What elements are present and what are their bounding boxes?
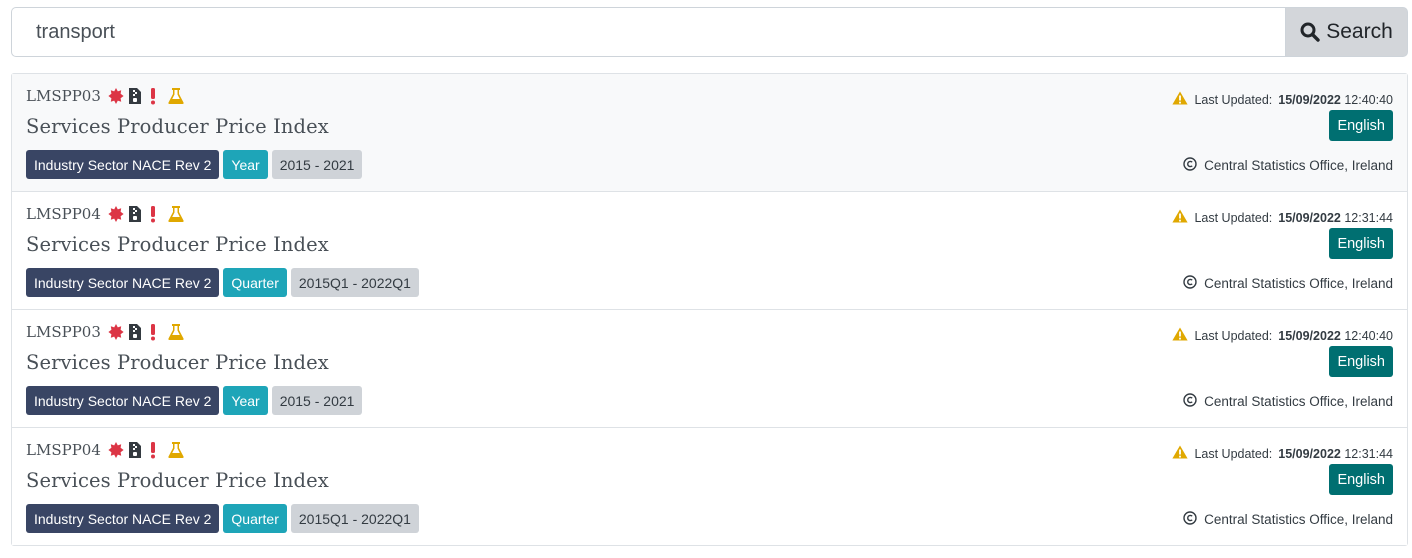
warning-icon <box>1172 445 1189 462</box>
copyright: Central Statistics Office, Ireland <box>1183 157 1393 174</box>
archive-file-icon <box>128 205 144 223</box>
last-updated: Last Updated: 15/09/2022 12:40:40 <box>1172 91 1393 108</box>
time-range-badge: 2015 - 2021 <box>271 386 363 415</box>
result-title-link[interactable]: Services Producer Price Index <box>26 351 329 374</box>
last-updated-date: 15/09/2022 <box>1278 92 1341 107</box>
starburst-icon <box>108 323 124 341</box>
dimension-badge: Industry Sector NACE Rev 2 <box>26 268 220 297</box>
copyright: Central Statistics Office, Ireland <box>1183 275 1393 292</box>
warning-icon <box>1172 327 1189 344</box>
last-updated-date: 15/09/2022 <box>1278 328 1341 343</box>
copyright-text: Central Statistics Office, Ireland <box>1204 394 1393 409</box>
last-updated-time: 12:40:40 <box>1344 328 1393 343</box>
search-button[interactable]: Search <box>1285 7 1408 57</box>
last-updated-time: 12:31:44 <box>1344 446 1393 461</box>
warning-icon <box>1172 91 1189 108</box>
last-updated: Last Updated: 15/09/2022 12:31:44 <box>1172 209 1393 226</box>
last-updated-label: Last Updated: <box>1194 210 1273 225</box>
starburst-icon <box>108 441 124 459</box>
copyright-icon <box>1183 157 1197 174</box>
frequency-badge: Quarter <box>223 268 287 297</box>
starburst-icon <box>108 87 124 105</box>
result-badges: Industry Sector NACE Rev 2 Year 2015 - 2… <box>26 386 363 415</box>
frequency-badge: Quarter <box>223 504 287 533</box>
result-header: LMSPP04 <box>26 205 184 223</box>
last-updated-label: Last Updated: <box>1194 446 1273 461</box>
dimension-badge: Industry Sector NACE Rev 2 <box>26 150 220 179</box>
exclamation-icon <box>148 441 164 459</box>
search-button-label: Search <box>1326 20 1393 43</box>
result-badges: Industry Sector NACE Rev 2 Quarter 2015Q… <box>26 504 419 533</box>
last-updated-date: 15/09/2022 <box>1278 446 1341 461</box>
time-range-badge: 2015Q1 - 2022Q1 <box>290 504 419 533</box>
result-header: LMSPP03 <box>26 87 184 105</box>
search-input[interactable] <box>11 7 1285 57</box>
result-header: LMSPP03 <box>26 323 184 341</box>
list-item[interactable]: LMSPP04 Services Producer Price Index In… <box>12 192 1407 310</box>
copyright: Central Statistics Office, Ireland <box>1183 393 1393 410</box>
copyright-text: Central Statistics Office, Ireland <box>1204 512 1393 527</box>
results-list: LMSPP03 Services Producer Price Index In… <box>11 73 1408 546</box>
copyright: Central Statistics Office, Ireland <box>1183 511 1393 528</box>
last-updated: Last Updated: 15/09/2022 12:31:44 <box>1172 445 1393 462</box>
last-updated: Last Updated: 15/09/2022 12:40:40 <box>1172 327 1393 344</box>
list-item[interactable]: LMSPP04 Services Producer Price Index In… <box>12 428 1407 545</box>
archive-file-icon <box>128 441 144 459</box>
flask-icon <box>168 205 184 223</box>
table-code: LMSPP04 <box>26 205 101 223</box>
list-item[interactable]: LMSPP03 Services Producer Price Index In… <box>12 310 1407 428</box>
warning-icon <box>1172 209 1189 226</box>
last-updated-date: 15/09/2022 <box>1278 210 1341 225</box>
result-title-link[interactable]: Services Producer Price Index <box>26 469 329 492</box>
table-code: LMSPP03 <box>26 323 101 341</box>
last-updated-label: Last Updated: <box>1194 92 1273 107</box>
flask-icon <box>168 87 184 105</box>
copyright-icon <box>1183 511 1197 528</box>
exclamation-icon <box>148 323 164 341</box>
search-bar: Search <box>11 7 1408 57</box>
archive-file-icon <box>128 323 144 341</box>
result-title-link[interactable]: Services Producer Price Index <box>26 115 329 138</box>
time-range-badge: 2015Q1 - 2022Q1 <box>290 268 419 297</box>
copyright-icon <box>1183 275 1197 292</box>
list-item[interactable]: LMSPP03 Services Producer Price Index In… <box>12 74 1407 192</box>
language-button[interactable]: English <box>1329 464 1393 495</box>
last-updated-time: 12:40:40 <box>1344 92 1393 107</box>
result-header: LMSPP04 <box>26 441 184 459</box>
frequency-badge: Year <box>223 386 268 415</box>
exclamation-icon <box>148 87 164 105</box>
dimension-badge: Industry Sector NACE Rev 2 <box>26 504 220 533</box>
copyright-icon <box>1183 393 1197 410</box>
frequency-badge: Year <box>223 150 268 179</box>
copyright-text: Central Statistics Office, Ireland <box>1204 276 1393 291</box>
language-button[interactable]: English <box>1329 110 1393 141</box>
last-updated-time: 12:31:44 <box>1344 210 1393 225</box>
result-title-link[interactable]: Services Producer Price Index <box>26 233 329 256</box>
exclamation-icon <box>148 205 164 223</box>
dimension-badge: Industry Sector NACE Rev 2 <box>26 386 220 415</box>
search-icon <box>1300 22 1320 42</box>
table-code: LMSPP04 <box>26 441 101 459</box>
copyright-text: Central Statistics Office, Ireland <box>1204 158 1393 173</box>
result-badges: Industry Sector NACE Rev 2 Quarter 2015Q… <box>26 268 419 297</box>
starburst-icon <box>108 205 124 223</box>
table-code: LMSPP03 <box>26 87 101 105</box>
last-updated-label: Last Updated: <box>1194 328 1273 343</box>
archive-file-icon <box>128 87 144 105</box>
time-range-badge: 2015 - 2021 <box>271 150 363 179</box>
flask-icon <box>168 323 184 341</box>
result-badges: Industry Sector NACE Rev 2 Year 2015 - 2… <box>26 150 363 179</box>
language-button[interactable]: English <box>1329 228 1393 259</box>
flask-icon <box>168 441 184 459</box>
language-button[interactable]: English <box>1329 346 1393 377</box>
